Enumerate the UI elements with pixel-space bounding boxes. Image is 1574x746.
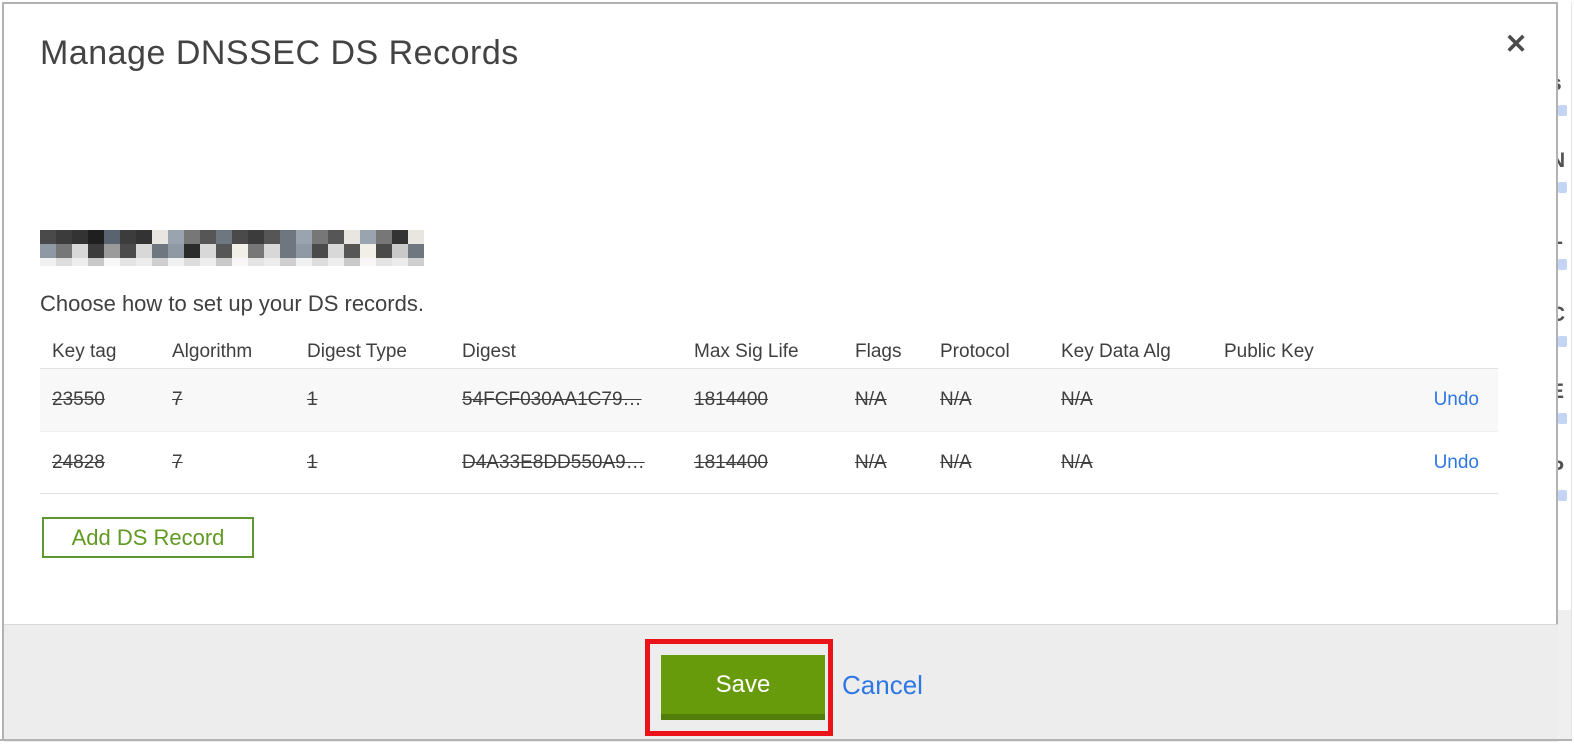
cancel-link[interactable]: Cancel xyxy=(842,670,923,701)
col-header-protocol: Protocol xyxy=(940,341,1010,362)
background-text-fragment: N xyxy=(1558,149,1565,173)
background-text-fragment: P xyxy=(1558,457,1564,481)
cell-max-sig-life: 1814400 xyxy=(694,451,768,473)
col-header-key-tag: Key tag xyxy=(52,341,117,362)
background-link-fragment xyxy=(1558,336,1567,347)
table-header-row: Key tag Algorithm Digest Type Digest Max… xyxy=(40,336,1498,368)
background-footer-sliver xyxy=(1558,610,1571,739)
instruction-text: Choose how to set up your DS records. xyxy=(40,291,424,316)
background-text-fragment: L xyxy=(1558,226,1563,250)
col-header-digest-type: Digest Type xyxy=(307,341,407,362)
save-button[interactable]: Save xyxy=(661,655,825,720)
background-link-fragment xyxy=(1558,105,1567,116)
add-ds-record-button[interactable]: Add DS Record xyxy=(42,517,254,558)
col-header-flags: Flags xyxy=(855,341,902,362)
cell-protocol: N/A xyxy=(940,451,972,473)
cell-key-tag: 23550 xyxy=(52,389,105,410)
cell-max-sig-life: 1814400 xyxy=(694,389,768,410)
cell-digest: D4A33E8DD550A9… xyxy=(462,451,645,473)
col-header-digest: Digest xyxy=(462,341,516,362)
redacted-domain-name xyxy=(40,230,424,266)
cell-algorithm: 7 xyxy=(172,451,183,473)
cell-digest-type: 1 xyxy=(307,389,318,410)
background-link-fragment xyxy=(1558,259,1567,270)
cell-key-tag: 24828 xyxy=(52,451,105,473)
undo-link[interactable]: Undo xyxy=(1434,389,1479,410)
col-header-public-key: Public Key xyxy=(1224,341,1314,362)
table-row: 23550 7 1 54FCF030AA1C79… 1814400 N/A N/… xyxy=(40,368,1498,431)
cell-protocol: N/A xyxy=(940,389,972,410)
cell-flags: N/A xyxy=(855,389,887,410)
col-header-key-data-alg: Key Data Alg xyxy=(1061,341,1171,362)
close-icon[interactable]: ✕ xyxy=(1498,26,1534,62)
cell-flags: N/A xyxy=(855,451,887,473)
ds-records-table: Key tag Algorithm Digest Type Digest Max… xyxy=(40,336,1498,494)
background-link-fragment xyxy=(1558,413,1567,424)
background-text-fragment: E xyxy=(1558,380,1564,404)
background-text-fragment: C xyxy=(1558,303,1565,327)
dialog-title: Manage DNSSEC DS Records xyxy=(40,34,519,72)
cell-digest-type: 1 xyxy=(307,451,318,473)
cell-key-data-alg: N/A xyxy=(1061,451,1093,473)
col-header-algorithm: Algorithm xyxy=(172,341,253,362)
cell-algorithm: 7 xyxy=(172,389,183,410)
manage-dnssec-dialog: Manage DNSSEC DS Records ✕ Choose how to… xyxy=(2,2,1558,742)
background-link-fragment xyxy=(1558,490,1567,501)
undo-link[interactable]: Undo xyxy=(1434,452,1479,473)
cell-digest: 54FCF030AA1C79… xyxy=(462,389,642,410)
background-text-fragment: s xyxy=(1558,72,1562,96)
cell-key-data-alg: N/A xyxy=(1061,389,1093,410)
dialog-bottom-border xyxy=(0,739,1572,741)
table-row: 24828 7 1 D4A33E8DD550A9… 1814400 N/A N/… xyxy=(40,431,1498,494)
col-header-max-sig-life: Max Sig Life xyxy=(694,341,799,362)
background-link-fragment xyxy=(1558,182,1567,193)
screenshot-root: Manage DNSSEC DS Records ✕ Choose how to… xyxy=(0,0,1574,746)
background-page-edge: s N L C E P xyxy=(1558,2,1572,739)
